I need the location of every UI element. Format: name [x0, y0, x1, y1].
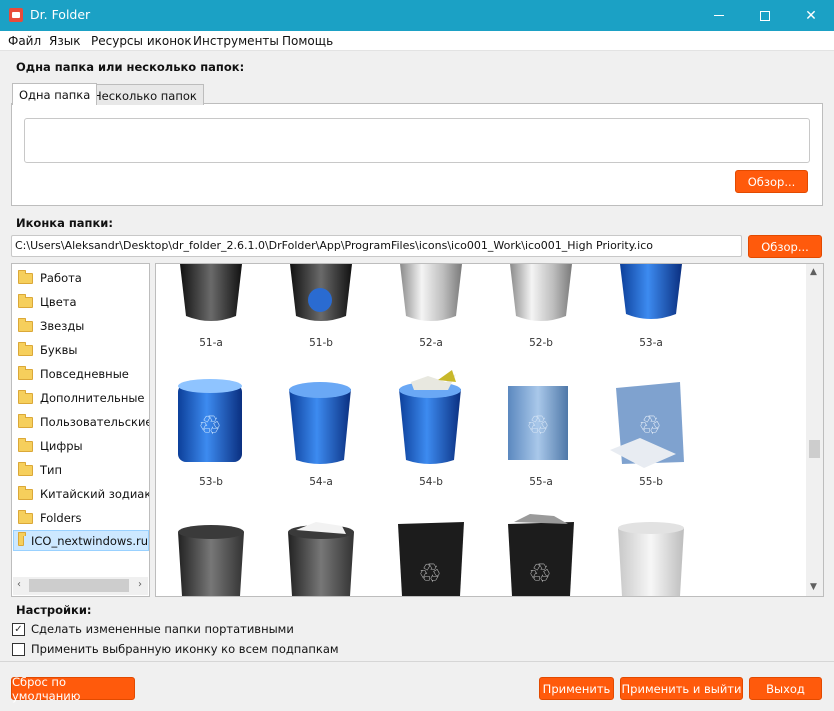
list-item[interactable]: Folders — [18, 509, 82, 527]
icon-label: 54-a — [309, 476, 333, 488]
minimize-button[interactable] — [696, 0, 742, 31]
maximize-button[interactable] — [742, 0, 788, 31]
window-title: Dr. Folder — [30, 7, 91, 22]
list-item[interactable]: Работа — [18, 269, 82, 287]
recycle-bin-icon[interactable] — [178, 525, 244, 596]
close-icon: ✕ — [805, 7, 817, 24]
recycle-bin-icon[interactable] — [400, 264, 462, 321]
svg-text:♲: ♲ — [638, 411, 661, 441]
folder-path-field[interactable] — [24, 118, 810, 163]
tab-multiple-folders[interactable]: Несколько папок — [86, 84, 204, 105]
icon-label: 53-b — [199, 476, 223, 488]
checkmark-icon: ✓ — [14, 623, 23, 635]
list-item[interactable]: Пользовательские — [18, 413, 149, 431]
svg-text:♲: ♲ — [528, 559, 551, 589]
icon-label: 53-a — [639, 337, 663, 349]
folder-icon — [18, 293, 33, 308]
svg-text:♲: ♲ — [526, 411, 549, 441]
exit-button[interactable]: Выход — [749, 677, 822, 700]
icon-label: 52-a — [419, 337, 443, 349]
portable-folders-checkbox[interactable]: ✓ — [12, 623, 25, 636]
menu-bar: Файл Язык Ресурсы иконок Инструменты Пом… — [0, 31, 834, 51]
apply-exit-button[interactable]: Применить и выйти — [620, 677, 743, 700]
list-item[interactable]: Китайский зодиак — [18, 485, 149, 503]
scroll-right-icon[interactable]: › — [138, 579, 142, 590]
list-item[interactable]: Тип — [18, 461, 62, 479]
recycle-bin-icon[interactable] — [618, 522, 684, 596]
folders-section-label: Одна папка или несколько папок: — [16, 60, 245, 74]
menu-language[interactable]: Язык — [49, 34, 80, 48]
folder-icon — [18, 485, 33, 500]
apply-subfolders-label: Применить выбранную иконку ко всем подпа… — [31, 642, 339, 656]
icon-label: 51-b — [309, 337, 333, 349]
recycle-bin-icon[interactable]: ♲ — [178, 379, 242, 462]
scrollbar-thumb[interactable] — [809, 440, 820, 458]
recycle-bin-icon[interactable] — [289, 382, 351, 464]
icon-path-input[interactable]: C:\Users\Aleksandr\Desktop\dr_folder_2.6… — [11, 235, 742, 257]
list-item-selected[interactable]: ICO_nextwindows.ru — [13, 530, 149, 551]
folder-icon — [18, 317, 33, 332]
menu-file[interactable]: Файл — [8, 34, 41, 48]
list-item[interactable]: Звезды — [18, 317, 84, 335]
list-item[interactable]: Цифры — [18, 437, 83, 455]
app-logo-icon — [9, 8, 23, 22]
icon-previews: ♲ ♲ ♲ ♲ ♲ — [178, 264, 684, 596]
icon-label: 52-b — [529, 337, 553, 349]
settings-label: Настройки: — [16, 603, 92, 617]
recycle-bin-icon[interactable]: ♲ — [610, 382, 684, 468]
recycle-bin-icon[interactable] — [399, 370, 461, 464]
menu-icon-resources[interactable]: Ресурсы иконок — [91, 34, 192, 48]
folder-icon — [18, 509, 33, 524]
folder-icon — [18, 532, 26, 546]
icon-label: 51-a — [199, 337, 223, 349]
menu-tools[interactable]: Инструменты — [193, 34, 279, 48]
recycle-bin-icon[interactable] — [288, 522, 354, 596]
maximize-icon — [760, 10, 770, 21]
folder-icon — [18, 389, 33, 404]
scroll-left-icon[interactable]: ‹ — [17, 579, 21, 590]
icon-grid-scrollbar[interactable]: ▲ ▼ — [806, 264, 823, 596]
apply-button[interactable]: Применить — [539, 677, 614, 700]
portable-folders-label: Сделать измененные папки портативными — [31, 622, 294, 636]
browse-icon-button[interactable]: Обзор... — [748, 235, 822, 258]
list-item[interactable]: Буквы — [18, 341, 78, 359]
folder-icon — [18, 269, 33, 284]
recycle-bin-icon[interactable] — [620, 264, 682, 319]
recycle-bin-icon[interactable]: ♲ — [508, 514, 574, 596]
list-item[interactable]: Дополнительные — [18, 389, 145, 407]
svg-text:♲: ♲ — [198, 411, 221, 441]
list-item[interactable]: Цвета — [18, 293, 77, 311]
folder-icon — [18, 437, 33, 452]
folder-icon — [18, 341, 33, 356]
icon-label: 54-b — [419, 476, 443, 488]
divider — [0, 661, 834, 662]
scroll-down-icon[interactable]: ▼ — [810, 582, 817, 592]
folder-icon — [18, 365, 33, 380]
icon-section-label: Иконка папки: — [16, 216, 113, 230]
svg-text:♲: ♲ — [418, 559, 441, 589]
icon-grid: ♲ ♲ ♲ ♲ ♲ 51-a 51-b 52-a 52-b 53-a 53-b … — [155, 263, 824, 597]
recycle-bin-icon[interactable] — [180, 264, 242, 321]
apply-subfolders-checkbox[interactable] — [12, 643, 25, 656]
recycle-bin-icon[interactable] — [290, 264, 352, 321]
menu-help[interactable]: Помощь — [282, 34, 333, 48]
category-scrollbar[interactable]: ‹ › — [13, 577, 148, 595]
reset-defaults-button[interactable]: Сброс по умолчанию — [11, 675, 135, 703]
scrollbar-thumb[interactable] — [29, 579, 129, 592]
minimize-icon — [714, 15, 724, 16]
scroll-up-icon[interactable]: ▲ — [810, 267, 817, 277]
folder-icon — [18, 461, 33, 476]
close-button[interactable]: ✕ — [788, 0, 834, 31]
recycle-bin-icon[interactable]: ♲ — [398, 522, 464, 596]
category-list: Работа Цвета Звезды Буквы Повседневные Д… — [11, 263, 150, 597]
icon-label: 55-b — [639, 476, 663, 488]
recycle-bin-icon[interactable] — [510, 264, 572, 321]
icon-label: 55-a — [529, 476, 553, 488]
recycle-bin-icon[interactable]: ♲ — [508, 386, 568, 460]
title-bar: Dr. Folder ✕ — [0, 0, 834, 31]
list-item[interactable]: Повседневные — [18, 365, 129, 383]
browse-folder-button[interactable]: Обзор... — [735, 170, 808, 193]
folder-icon — [18, 413, 33, 428]
tab-single-folder[interactable]: Одна папка — [12, 83, 98, 105]
